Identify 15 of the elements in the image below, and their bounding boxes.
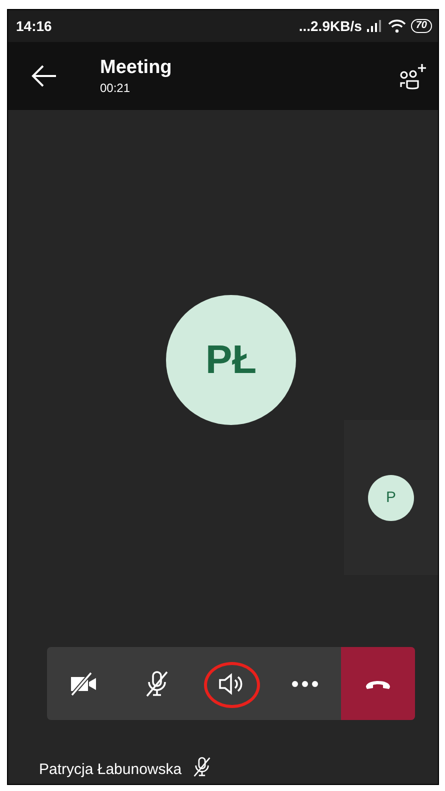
wifi-icon: [388, 19, 406, 33]
speaker-icon: [216, 672, 245, 696]
network-speed: ...2.9KB/s: [298, 18, 362, 34]
meeting-title: Meeting: [100, 57, 173, 79]
back-arrow-icon[interactable]: [30, 64, 58, 88]
clock-time: 14:16: [16, 18, 52, 34]
hang-up-button[interactable]: [341, 647, 415, 720]
signal-icon: [366, 20, 383, 32]
participant-avatar: PŁ: [166, 295, 296, 425]
add-people-icon[interactable]: [398, 62, 428, 90]
call-duration: 00:21: [100, 81, 132, 95]
battery-indicator: 70: [410, 19, 432, 33]
more-icon: [290, 680, 319, 688]
participant-name: Patrycja Łabunowska: [39, 760, 182, 778]
participant-avatar: P: [368, 474, 414, 520]
